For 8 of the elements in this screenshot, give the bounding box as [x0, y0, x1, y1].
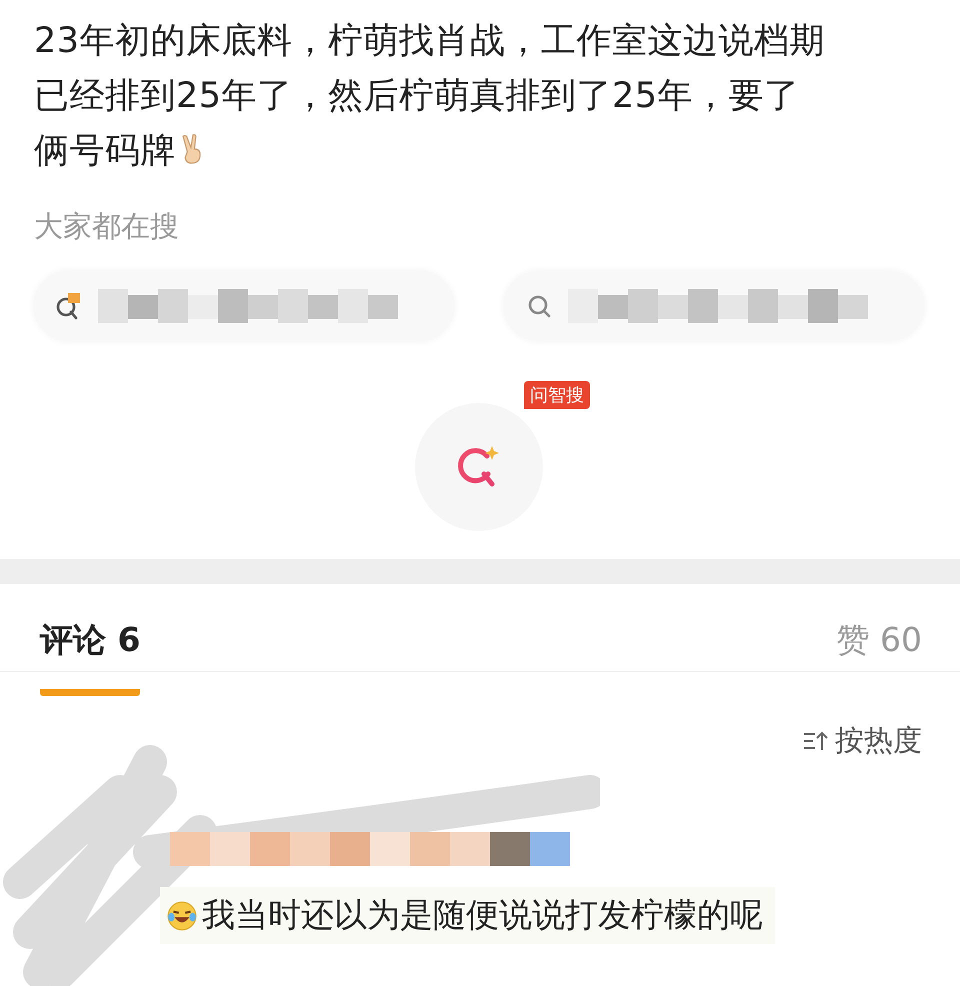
sort-button[interactable]: 按热度 — [797, 720, 928, 762]
comments-tab[interactable]: 评论 6 — [40, 618, 140, 696]
comment-text: 我当时还以为是随便说说打发柠檬的呢 — [202, 894, 763, 936]
post-text: 23年初的床底料，柠萌找肖战，工作室这边说档期 已经排到25年了，然后柠萌真排到了25年，要了 俩号码牌 — [34, 20, 826, 173]
laughing-crying-emoji-icon — [166, 900, 198, 932]
ask-badge: 问智搜 — [524, 381, 590, 409]
sort-icon — [803, 730, 829, 752]
section-title: 大家都在搜 — [34, 208, 180, 245]
